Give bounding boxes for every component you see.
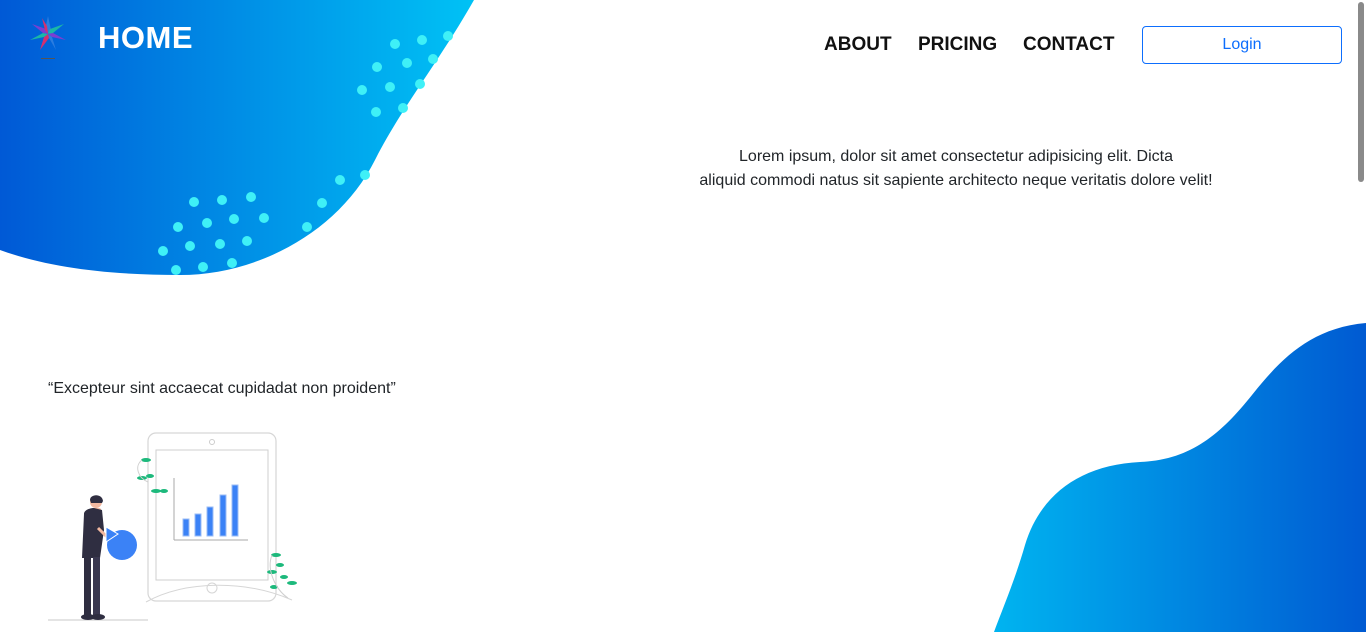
- analytics-illustration: [48, 432, 297, 621]
- nav-link-about[interactable]: ABOUT: [824, 34, 892, 56]
- bottom-wave-decoration: [994, 323, 1366, 632]
- testimonial-quote: “Excepteur sint accaecat cupidadat non p…: [48, 380, 396, 397]
- nav-link-contact[interactable]: CONTACT: [1023, 34, 1114, 56]
- landing-page: HOME ABOUT PRICING CONTACT Login Lorem i…: [0, 0, 1366, 632]
- scrollbar-thumb[interactable]: [1358, 2, 1364, 182]
- star-logo-icon[interactable]: [26, 14, 72, 62]
- login-button[interactable]: Login: [1142, 26, 1342, 64]
- hero-intro-line-2: aliquid commodi natus sit sapiente archi…: [699, 172, 1213, 189]
- brand-title[interactable]: HOME: [98, 20, 193, 56]
- nav-link-pricing[interactable]: PRICING: [918, 34, 997, 56]
- hero-intro-line-1: Lorem ipsum, dolor sit amet consectetur …: [739, 148, 1173, 165]
- top-wave-decoration: [0, 0, 474, 275]
- hero-intro-text: Lorem ipsum, dolor sit amet consectetur …: [676, 145, 1236, 193]
- page-scrollbar[interactable]: [1356, 0, 1366, 632]
